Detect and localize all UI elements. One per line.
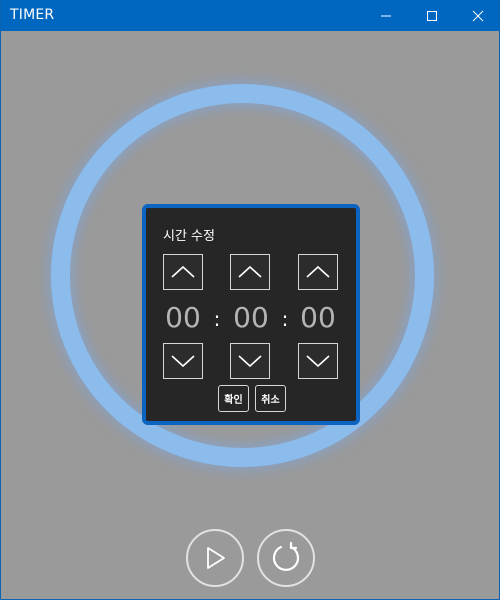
- reset-button[interactable]: [257, 529, 315, 587]
- chevron-up-icon: [171, 265, 195, 278]
- window-title: TIMER: [10, 7, 55, 23]
- play-button[interactable]: [186, 529, 244, 587]
- hours-up-button[interactable]: [163, 254, 203, 290]
- title-bar[interactable]: TIMER: [1, 0, 499, 31]
- chevron-up-icon: [238, 265, 262, 278]
- seconds-down-button[interactable]: [298, 343, 338, 379]
- minutes-seconds-separator: :: [281, 307, 289, 331]
- minutes-value[interactable]: 00: [228, 301, 274, 335]
- maximize-icon: [427, 10, 437, 21]
- hours-minutes-separator: :: [213, 307, 221, 331]
- chevron-up-icon: [306, 265, 330, 278]
- close-icon: [472, 10, 484, 21]
- play-icon: [207, 547, 225, 569]
- chevron-down-icon: [238, 355, 262, 368]
- timer-window: TIMER 시간 수정 00: 00: 00 확인 취소: [0, 0, 500, 600]
- seconds-up-button[interactable]: [298, 254, 338, 290]
- chevron-down-icon: [171, 355, 195, 368]
- maximize-button[interactable]: [409, 0, 455, 31]
- seconds-value[interactable]: 00: [295, 301, 341, 335]
- minutes-up-button[interactable]: [230, 254, 270, 290]
- minutes-down-button[interactable]: [230, 343, 270, 379]
- chevron-down-icon: [306, 355, 330, 368]
- edit-time-dialog: 시간 수정 00 : 00 : 00 확인 취소: [142, 204, 360, 425]
- hours-down-button[interactable]: [163, 343, 203, 379]
- cancel-button[interactable]: 취소: [255, 385, 286, 412]
- confirm-button[interactable]: 확인: [218, 385, 249, 412]
- close-button[interactable]: [455, 0, 499, 31]
- minimize-icon: [381, 15, 391, 16]
- reset-icon: [272, 541, 300, 571]
- dialog-title: 시간 수정: [163, 229, 215, 244]
- minimize-button[interactable]: [363, 0, 409, 31]
- hours-value[interactable]: 00: [160, 301, 206, 335]
